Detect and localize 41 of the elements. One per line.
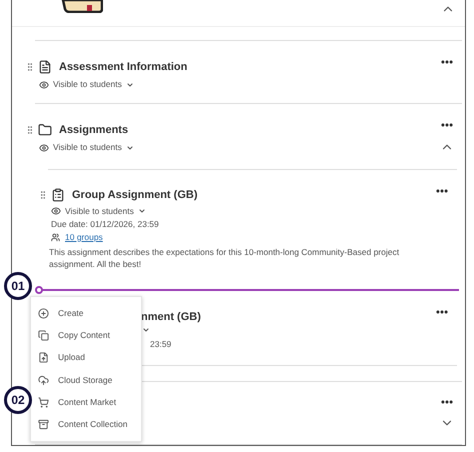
folder-icon (38, 123, 52, 138)
cloud-icon (38, 374, 49, 386)
insert-point-icon[interactable] (35, 286, 43, 294)
document-icon (38, 60, 52, 74)
item-title[interactable]: Assessment Information (59, 59, 188, 76)
folder-title[interactable]: Assignments (59, 122, 128, 138)
clipboard-icon (51, 188, 65, 202)
group-icon (51, 232, 60, 242)
visibility-dropdown[interactable]: Visible to students (39, 142, 134, 152)
caret-icon (138, 207, 146, 215)
drag-handle-icon[interactable] (25, 62, 35, 72)
eye-icon (39, 142, 49, 152)
menu-item[interactable]: Content Market (31, 391, 141, 414)
groups-link[interactable]: 10 groups (65, 232, 103, 242)
menu-item[interactable]: Create (31, 302, 141, 324)
visibility-dropdown[interactable]: Visible to students (51, 206, 457, 216)
assignment-title[interactable]: Group Assignment (GB) (72, 186, 198, 203)
upload-icon (38, 352, 49, 364)
plus-icon (38, 308, 49, 319)
due-date: 23:59 (150, 340, 172, 348)
cart-icon (38, 396, 49, 408)
menu-item[interactable]: Content Collection (31, 413, 141, 436)
callout-badge: 01 (4, 272, 32, 300)
assignment-description: This assignment describes the expectations for this 10-month-long Community-Based project assignment. All the best! (49, 246, 400, 270)
archive-icon (38, 419, 49, 430)
menu-item[interactable]: Upload (31, 346, 141, 369)
eye-icon (39, 80, 49, 90)
due-date: Due date: 01/12/2026, 23:59 (51, 220, 160, 228)
menu-item[interactable]: Copy Content (31, 324, 141, 347)
visibility-dropdown[interactable]: Visible to students (39, 80, 134, 90)
assignment-title[interactable]: nment (GB) (141, 308, 201, 325)
menu-item[interactable]: Cloud Storage (31, 368, 141, 392)
eye-icon (51, 206, 61, 216)
drag-handle-icon[interactable] (38, 190, 48, 200)
copy-icon (38, 330, 49, 341)
pencil-drawing (61, 0, 103, 13)
caret-icon (126, 80, 134, 88)
callout-badge: 02 (4, 386, 32, 414)
caret-icon (142, 326, 150, 334)
caret-icon (126, 144, 134, 152)
drag-handle-icon[interactable] (25, 125, 35, 136)
